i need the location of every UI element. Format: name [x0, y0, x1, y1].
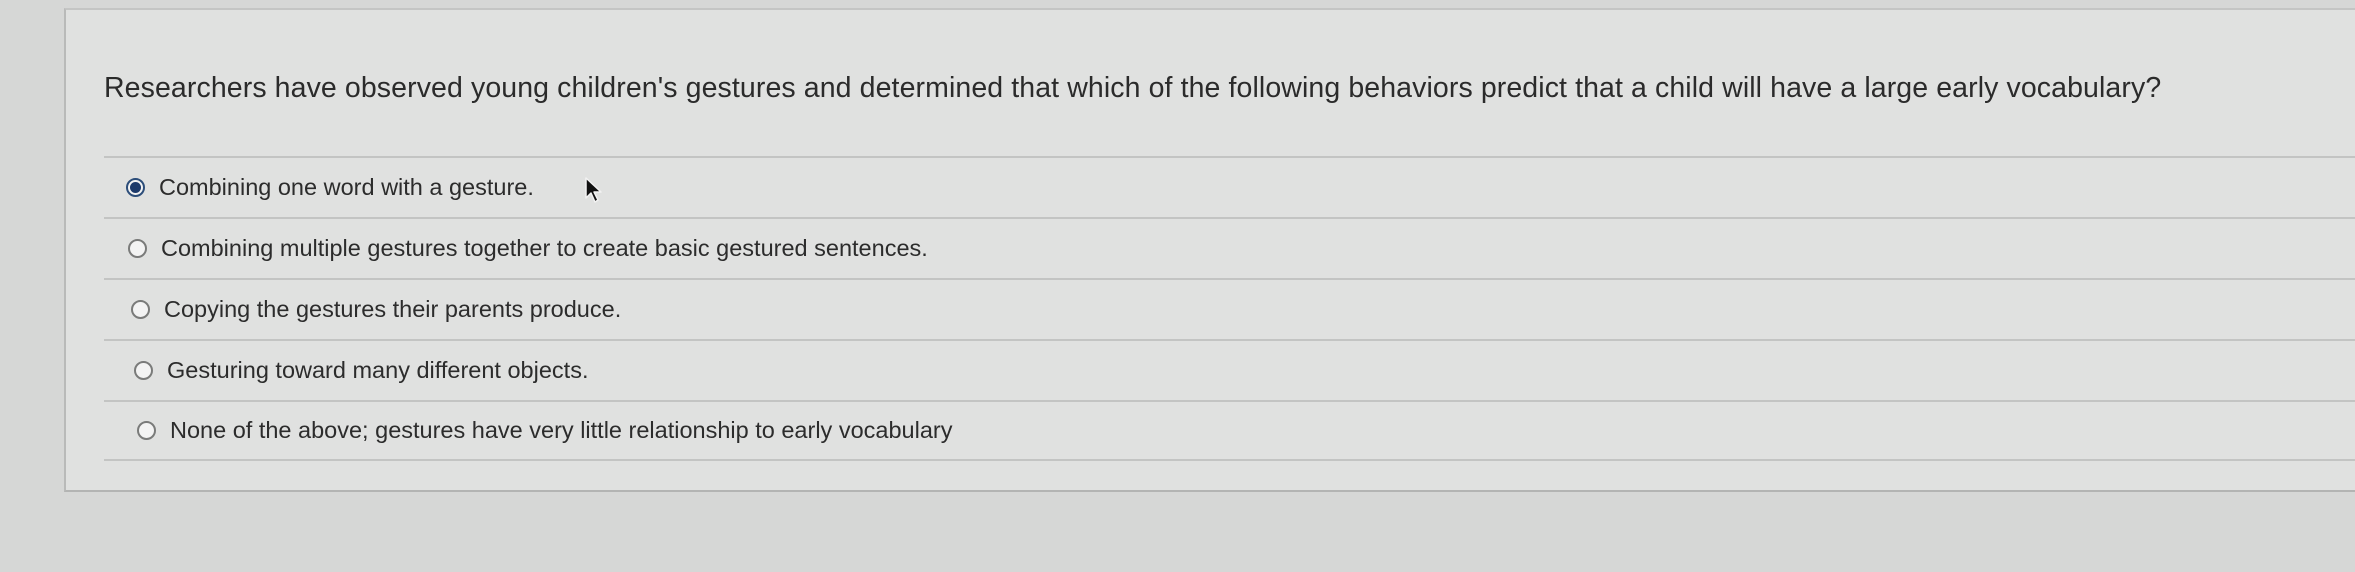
- answer-label: None of the above; gestures have very li…: [170, 417, 953, 443]
- answer-label: Copying the gestures their parents produ…: [164, 296, 622, 322]
- answer-option-3[interactable]: Copying the gestures their parents produ…: [104, 278, 2355, 339]
- answer-label: Combining multiple gestures together to …: [161, 235, 928, 261]
- radio-selected-icon[interactable]: [126, 178, 145, 197]
- answer-option-1[interactable]: Combining one word with a gesture.: [104, 156, 2355, 217]
- answer-option-4[interactable]: Gesturing toward many different objects.: [104, 339, 2355, 400]
- answer-option-2[interactable]: Combining multiple gestures together to …: [104, 217, 2355, 278]
- question-card: Researchers have observed young children…: [64, 8, 2355, 492]
- radio-unselected-icon[interactable]: [137, 421, 156, 440]
- radio-unselected-icon[interactable]: [128, 239, 147, 258]
- question-text: Researchers have observed young children…: [104, 72, 2162, 104]
- radio-unselected-icon[interactable]: [131, 300, 150, 319]
- mouse-pointer-icon: [585, 177, 602, 203]
- radio-unselected-icon[interactable]: [134, 361, 153, 380]
- answer-list: Combining one word with a gesture. Combi…: [104, 156, 2355, 461]
- answer-option-5[interactable]: None of the above; gestures have very li…: [104, 400, 2355, 461]
- answer-label: Gesturing toward many different objects.: [167, 357, 589, 383]
- answer-label: Combining one word with a gesture.: [159, 174, 534, 200]
